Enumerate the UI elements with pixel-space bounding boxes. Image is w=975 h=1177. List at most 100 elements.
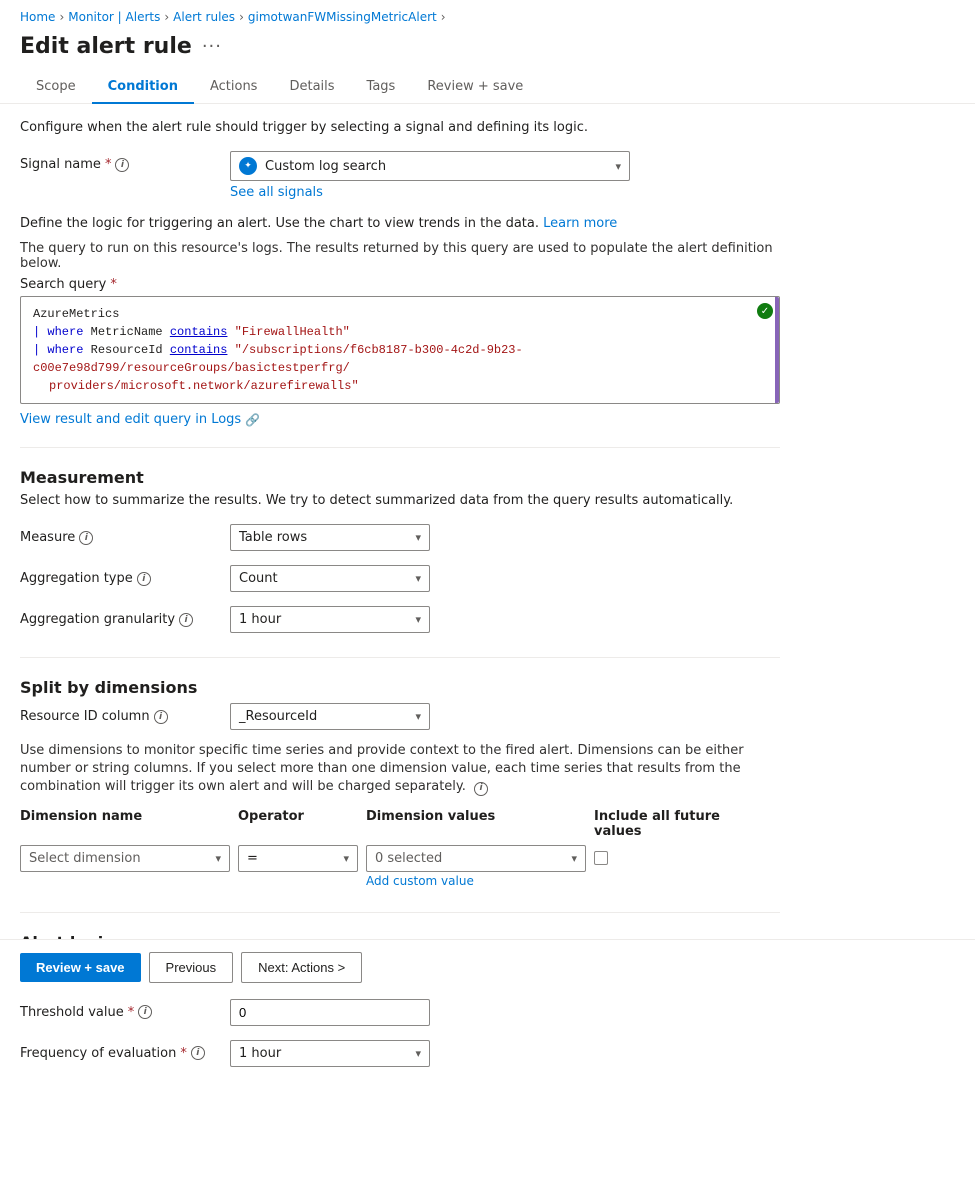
dimension-name-cell: Select dimension ▾ [20,845,230,872]
tab-condition[interactable]: Condition [92,71,194,104]
resource-id-dropdown[interactable]: _ResourceId ▾ [230,703,430,730]
previous-button[interactable]: Previous [149,952,234,983]
search-query-container: ✓ AzureMetrics | where MetricName contai… [20,296,780,404]
resource-id-row: Resource ID column i _ResourceId ▾ [20,703,780,730]
frequency-chevron-icon: ▾ [415,1047,421,1060]
threshold-value-input[interactable] [230,999,430,1026]
bottom-spacer [20,1091,780,1161]
measurement-desc: Select how to summarize the results. We … [20,493,780,508]
dimensions-table: Dimension name Operator Dimension values… [20,809,780,888]
dimension-row-1: Select dimension ▾ = ▾ 0 selected ▾ Add [20,845,780,888]
aggregation-type-row: Aggregation type i Count ▾ [20,565,780,592]
chevron-down-icon: ▾ [615,160,621,173]
include-all-cell [594,845,754,865]
dimensions-note: Use dimensions to monitor specific time … [20,742,780,797]
divider-2 [20,657,780,658]
dim-col-values: Dimension values [366,809,586,839]
query-description: The query to run on this resource's logs… [20,241,780,271]
aggregation-granularity-row: Aggregation granularity i 1 hour ▾ [20,606,780,633]
dimension-values-cell: 0 selected ▾ Add custom value [366,845,586,888]
breadcrumb: Home › Monitor | Alerts › Alert rules › … [0,0,975,30]
operator-cell: = ▾ [238,845,358,872]
dimensions-headers: Dimension name Operator Dimension values… [20,809,780,845]
measure-info-icon[interactable]: i [79,531,93,545]
include-all-checkbox[interactable] [594,851,608,865]
main-content: Configure when the alert rule should tri… [0,104,800,1177]
signal-name-info-icon[interactable]: i [115,158,129,172]
divider-3 [20,912,780,913]
threshold-row: Threshold value * i [20,999,780,1026]
dimension-values-chevron-icon: ▾ [571,852,577,865]
aggregation-type-chevron-icon: ▾ [415,572,421,585]
aggregation-type-info-icon[interactable]: i [137,572,151,586]
dimension-name-dropdown[interactable]: Select dimension ▾ [20,845,230,872]
query-editor[interactable]: AzureMetrics | where MetricName contains… [21,297,779,403]
query-line-4: providers/microsoft.network/azurefirewal… [33,377,767,395]
threshold-info-icon[interactable]: i [138,1005,152,1019]
dim-col-name: Dimension name [20,809,230,839]
query-line-2: | where MetricName contains "FirewallHea… [33,323,767,341]
search-query-label-row: Search query * [20,277,780,292]
query-line-3: | where ResourceId contains "/subscripti… [33,341,767,377]
tab-review-save[interactable]: Review + save [411,71,539,104]
threshold-required: * [128,1005,135,1020]
dimensions-note-info-icon[interactable]: i [474,782,488,796]
query-sidebar-decoration [775,297,779,403]
measure-chevron-icon: ▾ [415,531,421,544]
signal-name-label: Signal name * i [20,151,220,172]
signal-field-container: ✦ Custom log search ▾ See all signals [230,151,630,200]
external-link-icon: 🔗 [245,413,260,427]
page-header: Edit alert rule ··· [0,30,975,71]
tab-details[interactable]: Details [273,71,350,104]
condition-description: Configure when the alert rule should tri… [20,120,780,135]
resource-id-chevron-icon: ▾ [415,710,421,723]
define-logic-desc: Define the logic for triggering an alert… [20,216,780,231]
tab-scope[interactable]: Scope [20,71,92,104]
search-query-required: * [110,277,117,292]
see-all-signals-link[interactable]: See all signals [230,185,630,200]
footer-bar: Review + save Previous Next: Actions > [0,939,975,995]
query-line-1: AzureMetrics [33,305,767,323]
breadcrumb-alert-name[interactable]: gimotwanFWMissingMetricAlert [248,10,437,24]
divider-1 [20,447,780,448]
tab-actions[interactable]: Actions [194,71,274,104]
next-actions-button[interactable]: Next: Actions > [241,952,362,983]
aggregation-granularity-label: Aggregation granularity i [20,606,220,627]
breadcrumb-home[interactable]: Home [20,10,55,24]
frequency-info-icon[interactable]: i [191,1046,205,1060]
dimension-values-dropdown[interactable]: 0 selected ▾ [366,845,586,872]
tab-tags[interactable]: Tags [351,71,412,104]
aggregation-granularity-info-icon[interactable]: i [179,613,193,627]
review-save-button[interactable]: Review + save [20,953,141,982]
breadcrumb-monitor[interactable]: Monitor | Alerts [68,10,160,24]
include-all-checkbox-container [594,845,754,865]
page-title: Edit alert rule [20,34,192,59]
measure-label: Measure i [20,524,220,545]
dim-col-include-all: Include all future values [594,809,754,839]
signal-type-icon: ✦ [239,157,257,175]
frequency-required: * [180,1046,187,1061]
aggregation-granularity-dropdown[interactable]: 1 hour ▾ [230,606,430,633]
resource-id-label: Resource ID column i [20,709,220,724]
more-options-button[interactable]: ··· [202,36,222,57]
operator-chevron-icon: ▾ [343,852,349,865]
aggregation-granularity-chevron-icon: ▾ [415,613,421,626]
split-title: Split by dimensions [20,678,780,697]
aggregation-type-dropdown[interactable]: Count ▾ [230,565,430,592]
learn-more-link[interactable]: Learn more [543,216,617,231]
operator-dropdown[interactable]: = ▾ [238,845,358,872]
measurement-section: Measurement Select how to summarize the … [20,468,780,633]
tabs-bar: Scope Condition Actions Details Tags Rev… [0,71,975,104]
signal-name-dropdown[interactable]: ✦ Custom log search ▾ [230,151,630,181]
add-custom-value-link[interactable]: Add custom value [366,874,586,888]
frequency-label: Frequency of evaluation * i [20,1040,220,1061]
breadcrumb-alert-rules[interactable]: Alert rules [173,10,235,24]
view-result-link[interactable]: View result and edit query in Logs 🔗 [20,412,780,427]
frequency-dropdown[interactable]: 1 hour ▾ [230,1040,430,1067]
signal-name-row: Signal name * i ✦ Custom log search ▾ Se… [20,151,780,200]
dim-col-operator: Operator [238,809,358,839]
split-by-dimensions-section: Split by dimensions Resource ID column i… [20,678,780,888]
measurement-title: Measurement [20,468,780,487]
measure-dropdown[interactable]: Table rows ▾ [230,524,430,551]
resource-id-info-icon[interactable]: i [154,710,168,724]
